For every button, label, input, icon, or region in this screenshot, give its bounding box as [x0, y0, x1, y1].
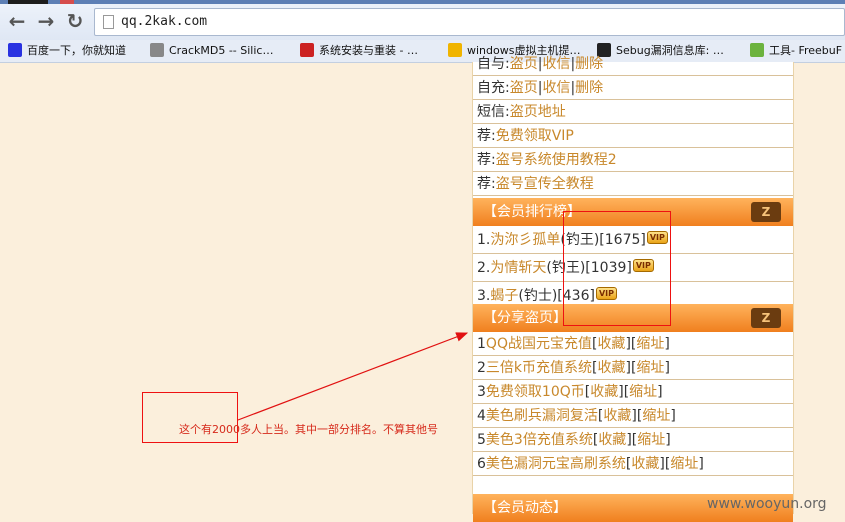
arrow-line [237, 332, 469, 421]
watermark-text: www.wooyun.org [707, 496, 827, 512]
annotation-note: 这个有2000多人上当。其中一部分排名。不算其他号 [179, 423, 438, 436]
